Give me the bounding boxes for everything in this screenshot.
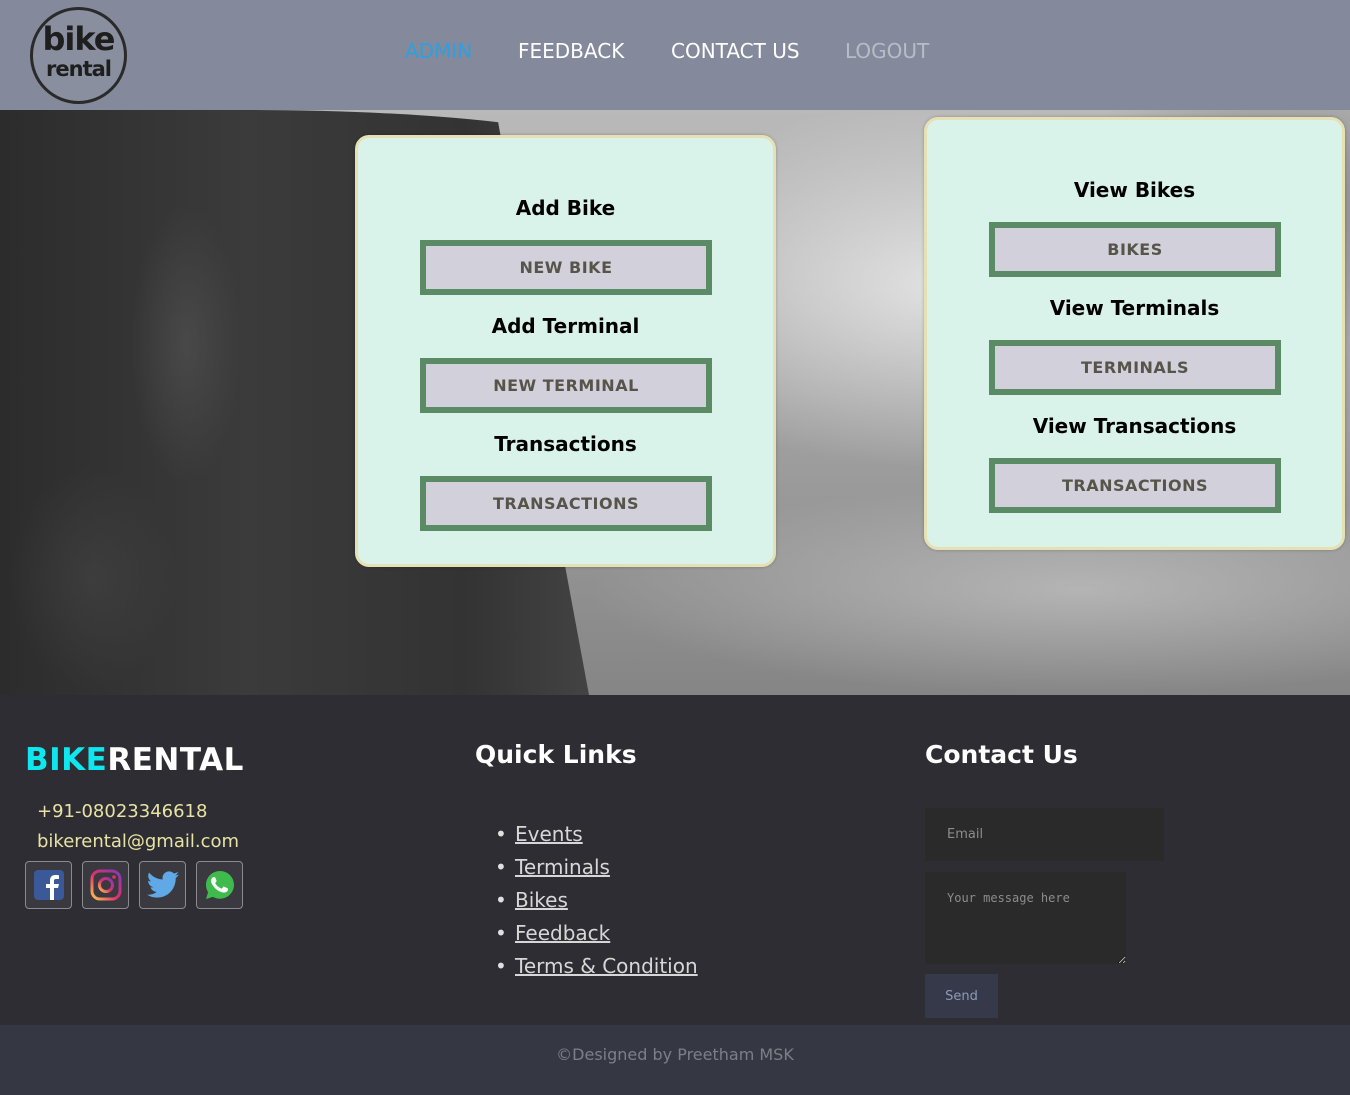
nav-feedback[interactable]: FEEDBACK — [518, 38, 624, 64]
nav-logout[interactable]: LOGOUT — [845, 38, 929, 64]
copyright-text: ©Designed by Preetham MSK — [556, 1045, 794, 1064]
quick-link-feedback[interactable]: Feedback — [515, 919, 610, 947]
logo-line-1: bike — [42, 20, 116, 58]
twitter-icon — [146, 871, 179, 898]
quick-links-title: Quick Links — [475, 740, 637, 769]
admin-views-card: View Bikes BIKES View Terminals TERMINAL… — [924, 117, 1345, 550]
add-terminal-title: Add Terminal — [491, 314, 640, 338]
quick-link-events[interactable]: Events — [515, 820, 583, 848]
quick-link-terms[interactable]: Terms & Condition — [515, 952, 698, 980]
view-terminals-title: View Terminals — [1049, 296, 1220, 320]
twitter-link[interactable] — [139, 861, 186, 909]
contact-us-title: Contact Us — [925, 740, 1078, 769]
message-field[interactable] — [925, 872, 1126, 964]
new-terminal-button[interactable]: NEW TERMINAL — [420, 358, 712, 413]
copyright-bar: ©Designed by Preetham MSK — [0, 1025, 1350, 1095]
bike-rental-logo[interactable]: bike rental — [30, 7, 127, 104]
view-transactions-button[interactable]: TRANSACTIONS — [989, 458, 1281, 513]
new-bike-button[interactable]: NEW BIKE — [420, 240, 712, 295]
email-field[interactable] — [925, 808, 1164, 861]
brand-part-rental: RENTAL — [107, 742, 244, 778]
transactions-button[interactable]: TRANSACTIONS — [420, 476, 712, 531]
send-button[interactable]: Send — [925, 974, 998, 1018]
whatsapp-link[interactable] — [196, 861, 243, 909]
nav-contact-us[interactable]: CONTACT US — [671, 38, 800, 64]
nav-admin[interactable]: ADMIN — [405, 38, 472, 64]
contact-email: bikerental@gmail.com — [37, 831, 240, 852]
facebook-link[interactable] — [25, 861, 72, 909]
view-transactions-title: View Transactions — [1032, 414, 1237, 438]
site-header: bike rental ADMIN FEEDBACK CONTACT US LO… — [0, 0, 1350, 110]
facebook-icon — [33, 870, 64, 900]
view-bikes-title: View Bikes — [1073, 178, 1196, 202]
site-footer: BIKERENTAL +91-08023346618 bikerental@gm… — [0, 695, 1350, 1025]
add-bike-title: Add Bike — [515, 196, 616, 220]
transactions-title: Transactions — [494, 432, 637, 456]
logo-line-2: rental — [46, 57, 112, 81]
instagram-icon — [90, 869, 121, 901]
instagram-link[interactable] — [82, 861, 129, 909]
whatsapp-icon — [205, 871, 234, 899]
brand-part-bike: BIKE — [25, 742, 108, 778]
bikes-button[interactable]: BIKES — [989, 222, 1281, 277]
footer-brand: BIKERENTAL — [25, 742, 244, 778]
quick-link-bikes[interactable]: Bikes — [515, 886, 568, 914]
contact-phone: +91-08023346618 — [37, 801, 208, 822]
admin-actions-card: Add Bike NEW BIKE Add Terminal NEW TERMI… — [355, 135, 776, 567]
quick-link-terminals[interactable]: Terminals — [515, 853, 610, 881]
terminals-button[interactable]: TERMINALS — [989, 340, 1281, 395]
